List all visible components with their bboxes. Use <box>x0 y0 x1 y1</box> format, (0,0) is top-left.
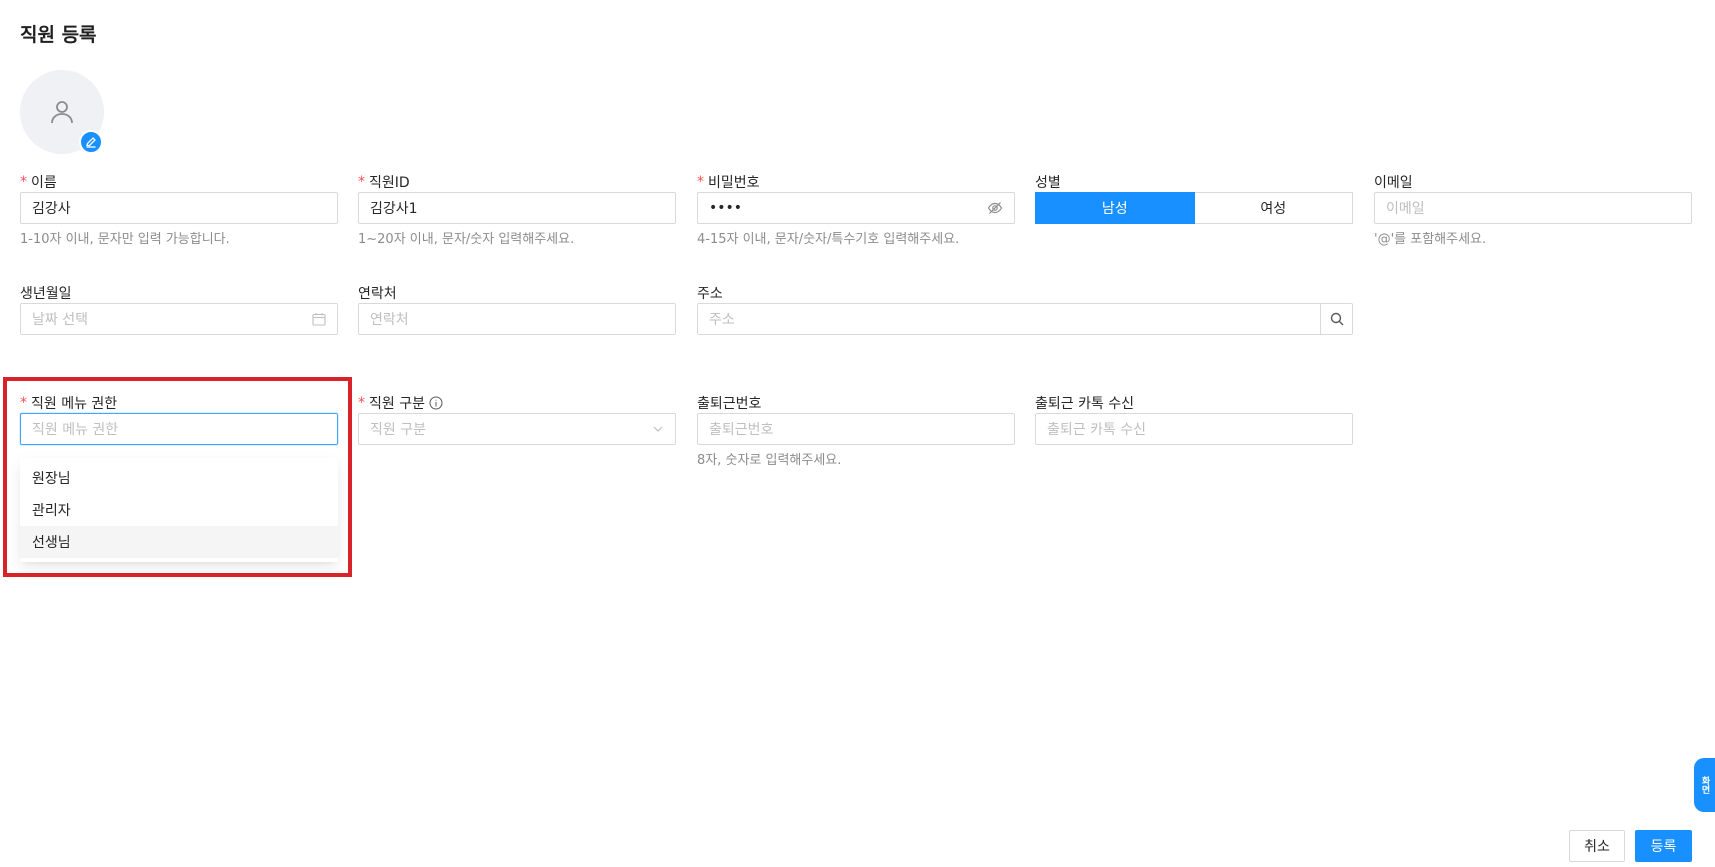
staff-id-field: * 직원ID 김강사1 1~20자 이내, 문자/숫자 입력해주세요. <box>358 172 676 247</box>
attendance-number-input[interactable]: 출퇴근번호 <box>697 413 1015 445</box>
attendance-kakao-input[interactable]: 출퇴근 카톡 수신 <box>1035 413 1353 445</box>
email-field: 이메일 이메일 '@'를 포함해주세요. <box>1374 172 1692 247</box>
email-input[interactable]: 이메일 <box>1374 192 1692 224</box>
birthdate-label: 생년월일 <box>20 286 72 302</box>
profile-avatar[interactable] <box>20 70 104 154</box>
address-label: 주소 <box>697 286 723 302</box>
staff-id-input[interactable]: 김강사1 <box>358 192 676 224</box>
attendance-kakao-field: 출퇴근 카톡 수신 출퇴근 카톡 수신 <box>1035 393 1353 445</box>
eye-off-icon[interactable] <box>987 200 1003 216</box>
gender-female-option[interactable]: 여성 <box>1194 192 1353 224</box>
phone-input[interactable]: 연락처 <box>358 303 676 335</box>
address-field: 주소 주소 <box>697 283 1353 335</box>
gender-label: 성별 <box>1035 175 1061 191</box>
birthdate-picker[interactable]: 날짜 선택 <box>20 303 338 335</box>
name-label: 이름 <box>31 175 57 191</box>
staff-type-select[interactable]: 직원 구분 <box>358 413 676 445</box>
info-icon[interactable] <box>429 396 443 410</box>
pencil-icon[interactable] <box>79 130 103 154</box>
gender-field: 성별 남성 여성 <box>1035 172 1353 224</box>
email-help: '@'를 포함해주세요. <box>1374 232 1487 247</box>
staff-id-help: 1~20자 이내, 문자/숫자 입력해주세요. <box>358 232 575 247</box>
attendance-number-label: 출퇴근번호 <box>697 396 762 412</box>
phone-label: 연락처 <box>358 286 397 302</box>
phone-field: 연락처 연락처 <box>358 283 676 335</box>
name-input[interactable]: 김강사 <box>20 192 338 224</box>
side-tab-label: 화면 <box>1699 776 1710 794</box>
page-title: 직원 등록 <box>20 24 97 46</box>
birthdate-field: 생년월일 날짜 선택 <box>20 283 338 335</box>
password-label: 비밀번호 <box>708 175 760 191</box>
side-tab[interactable]: 화면 <box>1694 758 1715 812</box>
submit-button[interactable]: 등록 <box>1635 830 1692 862</box>
name-field: * 이름 김강사 1-10자 이내, 문자만 입력 가능합니다. <box>20 172 338 247</box>
staff-id-label: 직원ID <box>369 175 410 191</box>
staff-type-field: * 직원 구분 직원 구분 <box>358 393 676 445</box>
attendance-number-field: 출퇴근번호 출퇴근번호 8자, 숫자로 입력해주세요. <box>697 393 1015 468</box>
password-field: * 비밀번호 •••• 4-15자 이내, 문자/숫자/특수기호 입력해주세요. <box>697 172 1015 247</box>
cancel-button[interactable]: 취소 <box>1569 830 1625 862</box>
staff-type-label: 직원 구분 <box>369 396 425 412</box>
search-icon <box>1330 312 1343 326</box>
address-input[interactable]: 주소 <box>697 303 1353 335</box>
person-icon <box>51 101 73 124</box>
attendance-kakao-label: 출퇴근 카톡 수신 <box>1035 396 1135 412</box>
password-input[interactable]: •••• <box>697 192 1015 224</box>
name-help: 1-10자 이내, 문자만 입력 가능합니다. <box>20 232 230 247</box>
chevron-down-icon <box>653 426 663 432</box>
address-search-button[interactable] <box>1320 303 1352 335</box>
email-label: 이메일 <box>1374 175 1413 191</box>
highlight-box <box>3 377 352 577</box>
attendance-number-help: 8자, 숫자로 입력해주세요. <box>697 453 842 468</box>
password-help: 4-15자 이내, 문자/숫자/특수기호 입력해주세요. <box>697 232 960 247</box>
gender-male-option[interactable]: 남성 <box>1035 192 1195 224</box>
calendar-icon <box>312 313 326 326</box>
